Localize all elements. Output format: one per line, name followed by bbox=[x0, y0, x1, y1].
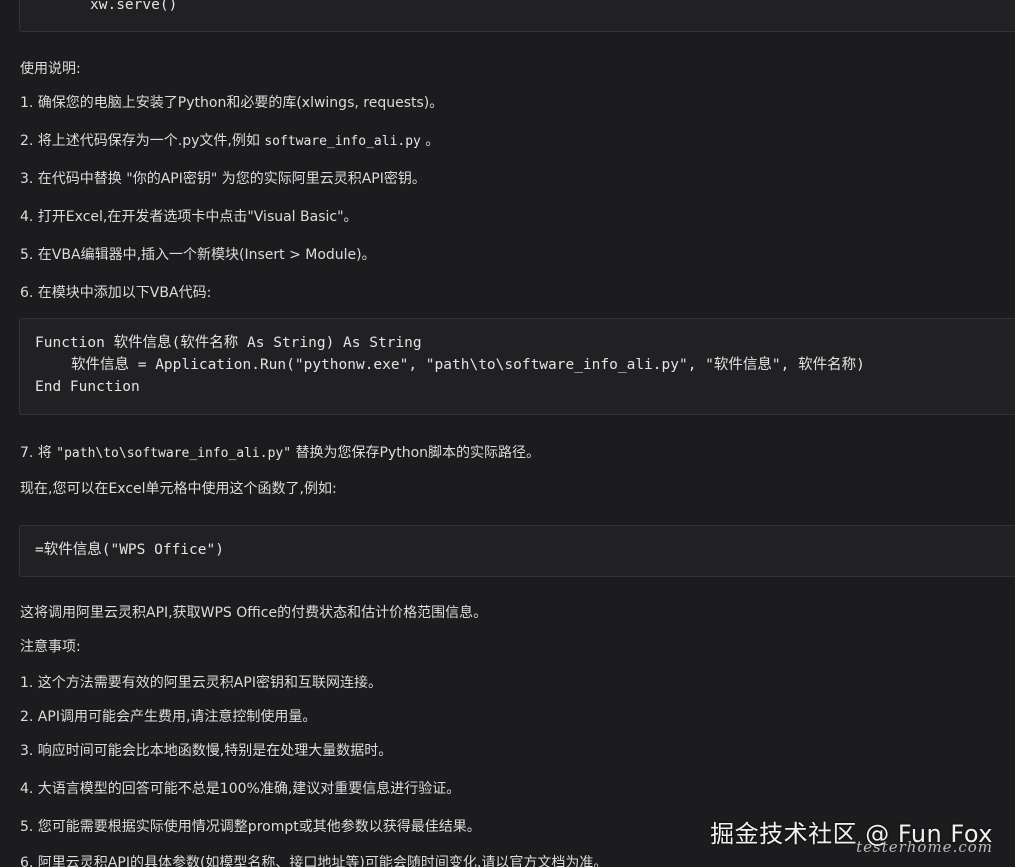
step-7: 7. 将 "path\to\software_info_ali.py" 替换为您… bbox=[20, 442, 540, 465]
note-4: 4. 大语言模型的回答可能不总是100%准确,建议对重要信息进行验证。 bbox=[20, 781, 461, 797]
step-1: 1. 确保您的电脑上安装了Python和必要的库(xlwings, reques… bbox=[20, 95, 444, 111]
note-2: 2. API调用可能会产生费用,请注意控制使用量。 bbox=[20, 709, 317, 725]
vba-line-1: Function 软件信息(软件名称 As String) As String bbox=[35, 335, 422, 351]
notes-heading: 注意事项: bbox=[20, 639, 81, 655]
vba-code-block: Function 软件信息(软件名称 As String) As String … bbox=[19, 318, 1015, 415]
step-7-suffix: 替换为您保存Python脚本的实际路径。 bbox=[291, 445, 541, 461]
step-2-text: 2. 将上述代码保存为一个.py文件,例如 bbox=[20, 133, 265, 149]
step-5: 5. 在VBA编辑器中,插入一个新模块(Insert > Module)。 bbox=[20, 247, 376, 263]
explain-text: 这将调用阿里云灵积API,获取WPS Office的付费状态和估计价格范围信息。 bbox=[20, 605, 488, 621]
step-2-filename: software_info_ali.py bbox=[264, 134, 421, 149]
step-3: 3. 在代码中替换 "你的API密钥" 为您的实际阿里云灵积API密钥。 bbox=[20, 171, 426, 187]
step-7-prefix: 7. 将 bbox=[20, 445, 57, 461]
step-7-path: "path\to\software_info_ali.py" bbox=[56, 446, 292, 461]
formula-line: =软件信息("WPS Office") bbox=[35, 542, 224, 558]
top-code-block: xw.serve() bbox=[19, 0, 1015, 32]
note-1: 1. 这个方法需要有效的阿里云灵积API密钥和互联网连接。 bbox=[20, 675, 382, 691]
watermark: 掘金技术社区 @ Fun Fox testerhome.com bbox=[710, 814, 993, 856]
note-5: 5. 您可能需要根据实际使用情况调整prompt或其他参数以获得最佳结果。 bbox=[20, 819, 481, 835]
note-6: 6. 阿里云灵积API的具体参数(如模型名称、接口地址等)可能会随时间变化,请以… bbox=[20, 855, 608, 867]
vba-line-2: 软件信息 = Application.Run("pythonw.exe", "p… bbox=[71, 357, 865, 373]
code-line: xw.serve() bbox=[90, 0, 178, 13]
step-4: 4. 打开Excel,在开发者选项卡中点击"Visual Basic"。 bbox=[20, 209, 358, 225]
note-3: 3. 响应时间可能会比本地函数慢,特别是在处理大量数据时。 bbox=[20, 743, 393, 759]
formula-code-block: =软件信息("WPS Office") bbox=[19, 525, 1015, 577]
step-6: 6. 在模块中添加以下VBA代码: bbox=[20, 285, 212, 301]
usage-heading: 使用说明: bbox=[20, 61, 81, 77]
step-2-suffix: 。 bbox=[420, 133, 440, 149]
step-2: 2. 将上述代码保存为一个.py文件,例如 software_info_ali.… bbox=[20, 130, 439, 153]
vba-line-3: End Function bbox=[35, 379, 140, 395]
now-text: 现在,您可以在Excel单元格中使用这个函数了,例如: bbox=[20, 481, 337, 497]
watermark-sub: testerhome.com bbox=[856, 838, 993, 856]
